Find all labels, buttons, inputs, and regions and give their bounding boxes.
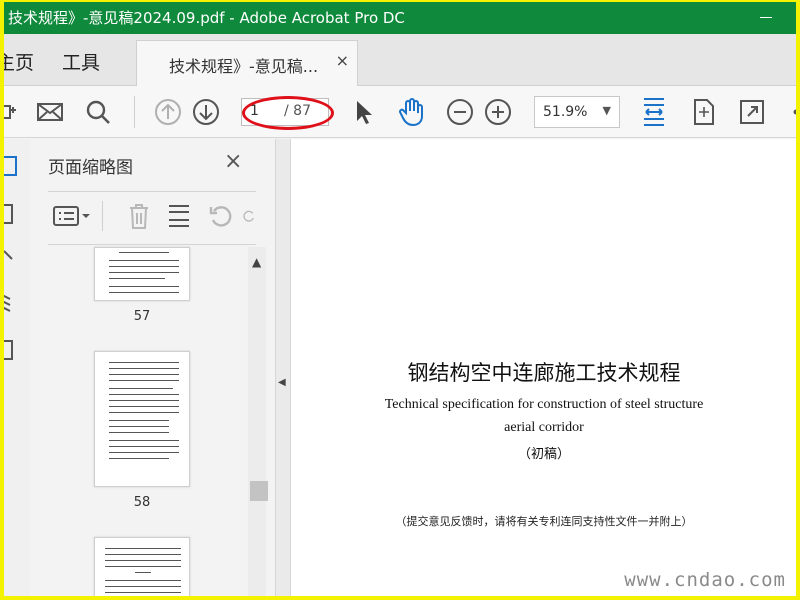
document-note: （提交意见反馈时，请将有关专利连同支持性文件一并附上） [395,515,693,528]
clipboard-icon[interactable] [4,337,16,361]
thumbnail-page-58[interactable] [94,351,190,487]
thumbnail-page-number: 58 [133,495,151,510]
previous-page-icon[interactable] [152,96,184,128]
scrollbar-thumb[interactable] [250,481,268,501]
next-page-icon[interactable] [190,96,222,128]
menu-home[interactable]: 主页 [4,48,34,75]
document-title-cn: 钢结构空中连廊施工技术规程 [407,361,681,385]
tab-row: 主页 工具 技术规程》-意见稿... × [4,34,796,86]
title-bar: 技术规程》-意见稿2024.09.pdf - Adobe Acrobat Pro… [4,2,796,34]
navigation-pane-strip [4,139,30,596]
select-cursor-icon[interactable] [348,96,380,128]
thumbnail-scrollbar[interactable] [248,247,266,596]
document-tab[interactable]: 技术规程》-意见稿... × [136,40,358,86]
highlight-ellipse [242,96,334,130]
divider [48,191,256,192]
panel-separator [102,201,103,231]
insert-page-icon[interactable] [164,201,194,231]
menu-tools[interactable]: 工具 [62,48,100,75]
watermark: www.cndao.com [624,569,786,591]
zoom-value: 51.9% [543,104,588,120]
document-title-en-line2: aerial corridor [504,420,584,435]
zoom-in-icon[interactable] [482,96,514,128]
chevron-down-icon: ▼ [602,104,611,117]
zoom-out-icon[interactable] [444,96,476,128]
bookmark-icon[interactable] [4,203,16,225]
toolbar-separator [134,96,135,128]
full-screen-icon[interactable] [736,96,768,128]
zoom-level-select[interactable]: 51.9% ▼ [534,96,620,128]
thumbnail-page-number: 57 [133,309,151,324]
divider [48,244,256,245]
trash-icon[interactable] [124,201,154,231]
search-icon[interactable] [82,96,114,128]
scroll-up-icon[interactable]: ▲ [252,255,261,269]
close-panel-button[interactable]: × [224,149,242,174]
page-thumbnails-panel: 页面缩略图 × 57 58 ▲ [30,139,276,596]
minimize-button[interactable] [760,17,772,18]
collapse-panel-handle[interactable]: ◀ [276,139,290,596]
thumbnail-page-59[interactable] [94,537,190,596]
layers-icon[interactable] [4,289,16,313]
acrobat-window: 技术规程》-意见稿2024.09.pdf - Adobe Acrobat Pro… [4,2,796,596]
rotate-counterclockwise-icon[interactable] [206,201,236,231]
chevron-left-icon: ◀ [278,377,286,388]
page-thumbnails-icon[interactable] [4,155,20,177]
window-title: 技术规程》-意见稿2024.09.pdf - Adobe Acrobat Pro… [8,9,405,27]
close-tab-button[interactable]: × [336,51,349,70]
rotate-view-icon[interactable] [688,96,720,128]
attach-icon[interactable] [4,96,26,128]
fit-width-icon[interactable] [638,96,670,128]
document-tab-label: 技术规程》-意见稿... [169,57,319,76]
thumbnail-options-icon[interactable] [50,201,94,231]
document-viewport[interactable]: 钢结构空中连廊施工技术规程 Technical specification fo… [290,139,796,596]
email-icon[interactable] [34,96,66,128]
document-draft-label: （初稿） [517,446,570,461]
main-toolbar: 1 / 87 51.9% ▼ [4,86,796,138]
hand-tool-icon[interactable] [396,96,428,128]
thumbnail-page-57[interactable] [94,247,190,301]
more-icon[interactable] [780,96,796,128]
attachment-icon[interactable] [4,247,16,265]
panel-title: 页面缩略图 [48,158,133,178]
document-title-en-line1: Technical specification for construction… [384,397,704,412]
rotate-clockwise-icon[interactable] [242,201,256,231]
